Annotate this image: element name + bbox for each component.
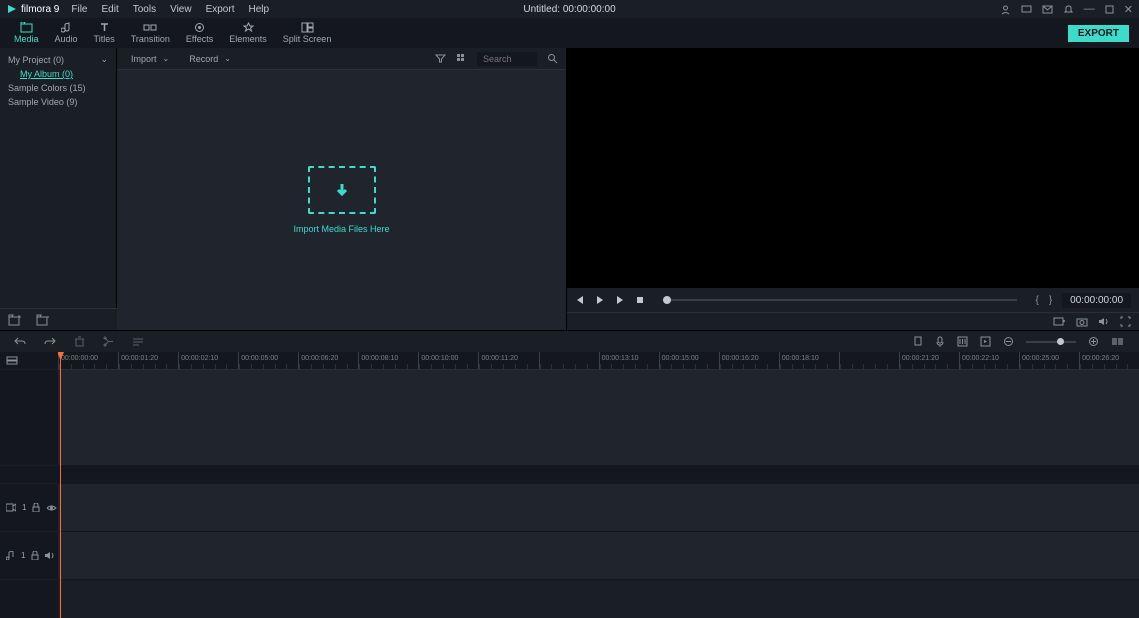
tab-media[interactable]: Media	[6, 18, 47, 48]
preview-viewport[interactable]	[567, 48, 1139, 288]
user-icon[interactable]	[1000, 4, 1011, 15]
grid-view-icon[interactable]	[456, 53, 467, 64]
menu-file[interactable]: File	[71, 4, 87, 15]
preview-progress[interactable]	[663, 299, 1017, 301]
tab-titles[interactable]: Titles	[86, 18, 123, 48]
audio-track-1[interactable]	[58, 532, 1139, 580]
add-folder-icon[interactable]	[8, 314, 22, 326]
notification-icon[interactable]	[1063, 4, 1074, 15]
filter-icon[interactable]	[435, 53, 446, 64]
sidebar-footer	[0, 308, 117, 330]
document-title: Untitled: 00:00:00:00	[523, 4, 615, 15]
title-bar: filmora 9 File Edit Tools View Export He…	[0, 0, 1139, 18]
voiceover-icon[interactable]	[935, 336, 945, 347]
visibility-icon[interactable]	[46, 504, 57, 512]
window-controls: — ✕	[1000, 3, 1133, 16]
app-name: filmora 9	[21, 4, 59, 15]
timeline-track-labels: 1 1	[0, 352, 58, 618]
menu-bar: File Edit Tools View Export Help	[71, 4, 269, 15]
render-icon[interactable]	[980, 336, 991, 347]
app-logo: filmora 9	[6, 3, 59, 15]
minimize-button[interactable]: —	[1084, 3, 1095, 15]
play-button[interactable]	[595, 295, 605, 305]
undo-button[interactable]	[14, 336, 26, 347]
zoom-fit-icon[interactable]	[1111, 336, 1125, 347]
split-button[interactable]	[103, 336, 114, 347]
messages-icon[interactable]	[1021, 4, 1032, 15]
snapshot-icon[interactable]	[1076, 316, 1088, 327]
prev-frame-button[interactable]	[575, 295, 585, 305]
zoom-in-icon[interactable]	[1088, 336, 1099, 347]
maximize-button[interactable]	[1105, 5, 1114, 14]
prev-marker-icon[interactable]: {	[1035, 295, 1038, 306]
chevron-down-icon: ⌄	[163, 54, 170, 63]
sidebar-item-my-album[interactable]: My Album (0)	[0, 67, 116, 81]
timeline: 1 1 00:00:00:0000:00:01:2000:00:02:1000:…	[0, 352, 1139, 618]
timeline-ruler[interactable]: 00:00:00:0000:00:01:2000:00:02:1000:00:0…	[58, 352, 1139, 370]
track-label-audio1: 1	[0, 532, 58, 580]
tool-tab-bar: Media Audio Titles Transition Effects El…	[0, 18, 1139, 48]
video-track-icon	[6, 503, 16, 512]
menu-view[interactable]: View	[170, 4, 192, 15]
search-icon[interactable]	[547, 53, 558, 64]
tab-transition[interactable]: Transition	[123, 18, 178, 48]
import-dropdown[interactable]: Import ⌄	[125, 52, 175, 66]
sidebar-item-sample-colors[interactable]: Sample Colors (15)	[0, 81, 116, 95]
fullscreen-icon[interactable]	[1120, 316, 1131, 327]
media-drop-area[interactable]: Import Media Files Here	[117, 70, 566, 330]
media-panel: Import ⌄ Record ⌄ Import Media Files Her…	[117, 48, 567, 330]
lock-icon[interactable]	[31, 551, 39, 560]
menu-edit[interactable]: Edit	[101, 4, 118, 15]
chevron-down-icon: ⌄	[100, 54, 108, 65]
track-label-video	[0, 370, 58, 466]
tab-elements[interactable]: Elements	[221, 18, 275, 48]
sidebar-item-my-project[interactable]: My Project (0) ⌄	[0, 52, 116, 67]
close-button[interactable]: ✕	[1124, 3, 1133, 16]
media-toolbar: Import ⌄ Record ⌄	[117, 48, 566, 70]
sidebar-item-sample-video[interactable]: Sample Video (9)	[0, 95, 116, 109]
preview-bottom-bar	[567, 312, 1139, 330]
export-button[interactable]: EXPORT	[1068, 25, 1129, 42]
track-label-video1: 1	[0, 484, 58, 532]
mute-icon[interactable]	[45, 551, 55, 560]
track-spacer	[58, 466, 1139, 484]
search-input[interactable]	[477, 52, 537, 66]
volume-icon[interactable]	[1098, 316, 1110, 327]
quality-icon[interactable]	[1053, 316, 1066, 327]
next-frame-button[interactable]	[615, 295, 625, 305]
stop-button[interactable]	[635, 295, 645, 305]
preview-controls: { } 00:00:00:00	[567, 288, 1139, 312]
mail-icon[interactable]	[1042, 4, 1053, 15]
audio-track-icon	[6, 551, 15, 560]
project-sidebar: My Project (0) ⌄ My Album (0) Sample Col…	[0, 48, 117, 308]
timeline-toolbar	[0, 330, 1139, 352]
mixer-icon[interactable]	[957, 336, 968, 347]
preview-panel: { } 00:00:00:00	[567, 48, 1139, 330]
menu-export[interactable]: Export	[206, 4, 235, 15]
timeline-tracks[interactable]: 00:00:00:0000:00:01:2000:00:02:1000:00:0…	[58, 352, 1139, 618]
menu-tools[interactable]: Tools	[133, 4, 156, 15]
import-drop-zone[interactable]	[308, 166, 376, 214]
tab-split-screen[interactable]: Split Screen	[275, 18, 340, 48]
tab-audio[interactable]: Audio	[47, 18, 86, 48]
drop-text: Import Media Files Here	[293, 224, 389, 234]
redo-button[interactable]	[44, 336, 56, 347]
preview-timecode: 00:00:00:00	[1062, 293, 1131, 308]
lock-icon[interactable]	[32, 503, 40, 512]
video-track-1[interactable]	[58, 484, 1139, 532]
chevron-down-icon: ⌄	[224, 54, 231, 63]
zoom-slider[interactable]	[1026, 341, 1076, 343]
video-track-area[interactable]	[58, 370, 1139, 466]
tab-effects[interactable]: Effects	[178, 18, 221, 48]
delete-button[interactable]	[74, 336, 85, 347]
playhead[interactable]	[60, 352, 61, 618]
edit-button[interactable]	[132, 336, 144, 347]
marker-icon[interactable]	[913, 336, 923, 347]
menu-help[interactable]: Help	[248, 4, 269, 15]
record-dropdown[interactable]: Record ⌄	[183, 52, 237, 66]
manage-tracks-icon[interactable]	[6, 356, 18, 366]
next-marker-icon[interactable]: }	[1049, 295, 1052, 306]
remove-folder-icon[interactable]	[36, 314, 50, 326]
zoom-out-icon[interactable]	[1003, 336, 1014, 347]
